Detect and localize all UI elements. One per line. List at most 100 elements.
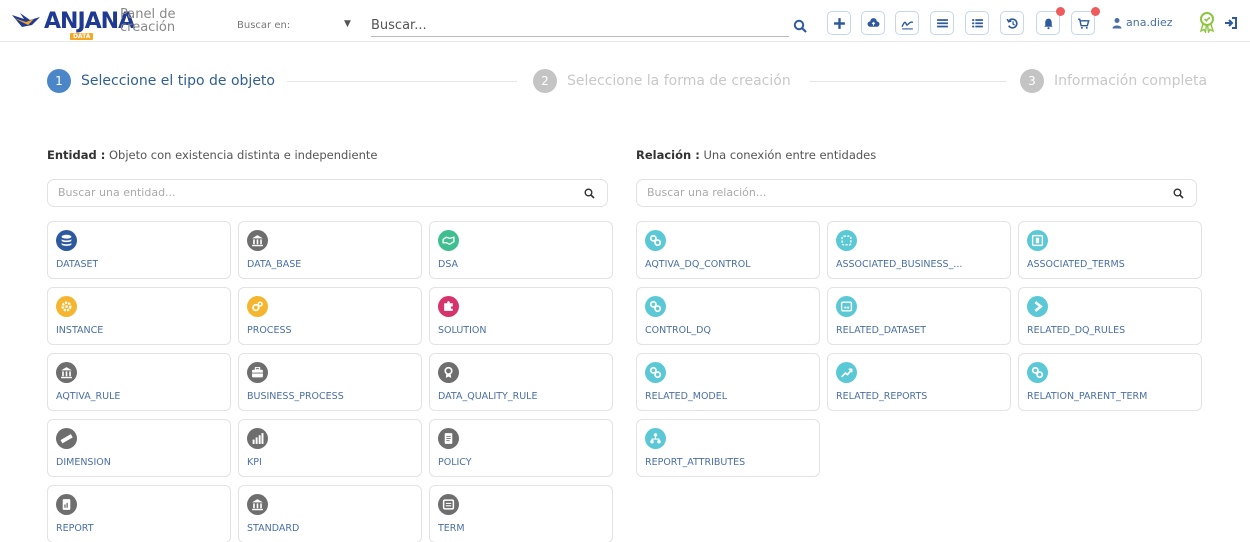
bird-icon	[12, 13, 40, 27]
step-number: 1	[47, 69, 71, 93]
link-icon	[645, 362, 666, 383]
cart-button[interactable]	[1071, 7, 1100, 35]
relation-card-related-dataset[interactable]: RELATED_DATASET	[827, 287, 1011, 345]
entity-card-report[interactable]: REPORT	[47, 485, 231, 542]
card-label: POLICY	[438, 457, 472, 468]
entity-search[interactable]	[47, 179, 608, 207]
username: ana.diez	[1126, 16, 1173, 29]
entity-card-aqtiva-rule[interactable]: AQTIVA_RULE	[47, 353, 231, 411]
card-label: AQTIVA_DQ_CONTROL	[645, 259, 751, 270]
upload-button[interactable]	[861, 11, 885, 35]
relation-search-input[interactable]	[647, 186, 1123, 199]
global-search-input[interactable]	[371, 15, 789, 37]
entity-card-standard[interactable]: STANDARD	[238, 485, 422, 542]
relation-card-associated-terms[interactable]: ASSOCIATED_TERMS	[1018, 221, 1202, 279]
entity-card-solution[interactable]: SOLUTION	[429, 287, 613, 345]
entity-card-policy[interactable]: POLICY	[429, 419, 613, 477]
step-number: 3	[1020, 69, 1044, 93]
step-label: Seleccione el tipo de objeto	[81, 73, 275, 89]
card-label: RELATION_PARENT_TERM	[1027, 391, 1148, 402]
signature-icon	[900, 20, 913, 29]
search-icon[interactable]	[793, 19, 807, 33]
checklist-button[interactable]	[965, 11, 989, 35]
entity-card-data-quality-rule[interactable]: DATA_QUALITY_RULE	[429, 353, 613, 411]
building-icon	[247, 494, 268, 515]
entity-card-dataset[interactable]: DATASET	[47, 221, 231, 279]
trend-icon	[836, 362, 857, 383]
history-button[interactable]	[1000, 11, 1024, 35]
panel-title-line2: creación	[120, 20, 176, 35]
frame-icon	[836, 230, 857, 251]
link-icon	[645, 230, 666, 251]
card-label: RELATED_MODEL	[645, 391, 728, 402]
relation-card-associated-business[interactable]: ASSOCIATED_BUSINESS_...	[827, 221, 1011, 279]
term-icon	[438, 494, 459, 515]
card-label: DSA	[438, 259, 459, 270]
card-label: TERM	[438, 523, 465, 534]
relation-card-aqtiva-dq-control[interactable]: AQTIVA_DQ_CONTROL	[636, 221, 820, 279]
relation-title: Relación :	[636, 148, 700, 162]
search-icon[interactable]	[584, 188, 595, 199]
logo-sub: DATA	[70, 32, 94, 40]
entity-card-dsa[interactable]: DSA	[429, 221, 613, 279]
list-button[interactable]	[930, 11, 954, 35]
card-label: RELATED_REPORTS	[836, 391, 928, 402]
step-label: Seleccione la forma de creación	[567, 73, 791, 89]
signature-button[interactable]	[895, 11, 919, 35]
hierarchy-icon	[645, 428, 666, 449]
entity-search-input[interactable]	[58, 186, 534, 199]
dataset-link-icon	[836, 296, 857, 317]
link-icon	[1027, 362, 1048, 383]
relation-search[interactable]	[636, 179, 1197, 207]
entity-card-instance[interactable]: INSTANCE	[47, 287, 231, 345]
report-icon	[56, 494, 77, 515]
briefcase-icon	[247, 362, 268, 383]
database-icon	[56, 230, 77, 251]
ruler-icon	[56, 428, 77, 449]
card-label: ASSOCIATED_TERMS	[1027, 259, 1125, 270]
checklist-icon	[971, 18, 983, 27]
user-icon	[1112, 17, 1122, 28]
user-menu[interactable]: ana.diez	[1111, 16, 1173, 29]
top-header: ANJANA DATA Panel de creación Buscar en: …	[0, 0, 1250, 42]
building-icon	[247, 230, 268, 251]
entity-description: Objeto con existencia distinta e indepen…	[108, 148, 378, 162]
relation-section-header: Relación : Una conexión entre entidades	[636, 148, 876, 162]
notification-badge	[1056, 7, 1065, 16]
cart-badge	[1091, 7, 1100, 16]
cloud-upload-icon	[867, 17, 879, 27]
relation-card-related-dq-rules[interactable]: RELATED_DQ_RULES	[1018, 287, 1202, 345]
entity-card-business-process[interactable]: BUSINESS_PROCESS	[238, 353, 422, 411]
card-label: SOLUTION	[438, 325, 487, 336]
relation-card-related-reports[interactable]: RELATED_REPORTS	[827, 353, 1011, 411]
search-scope-dropdown[interactable]: ▼	[344, 19, 351, 29]
step-3: 3 Información completa	[1020, 69, 1207, 93]
add-button[interactable]	[827, 11, 851, 35]
anjana-logo[interactable]: ANJANA DATA	[10, 6, 135, 40]
document-icon	[438, 428, 459, 449]
building-icon	[56, 362, 77, 383]
step-label: Información completa	[1054, 73, 1208, 89]
relation-card-control-dq[interactable]: CONTROL_DQ	[636, 287, 820, 345]
card-label: DATASET	[56, 259, 99, 270]
certificate-icon[interactable]	[1197, 11, 1217, 33]
card-label: RELATED_DQ_RULES	[1027, 325, 1126, 336]
card-label: DATA_QUALITY_RULE	[438, 391, 538, 402]
entity-card-kpi[interactable]: KPI	[238, 419, 422, 477]
card-label: DIMENSION	[56, 457, 111, 468]
search-icon[interactable]	[1173, 188, 1184, 199]
logout-icon[interactable]	[1224, 16, 1238, 30]
entity-card-dimension[interactable]: DIMENSION	[47, 419, 231, 477]
relation-card-related-model[interactable]: RELATED_MODEL	[636, 353, 820, 411]
step-1: 1 Seleccione el tipo de objeto	[47, 69, 275, 93]
entity-card-term[interactable]: TERM	[429, 485, 613, 542]
relation-card-report-attributes[interactable]: REPORT_ATTRIBUTES	[636, 419, 820, 477]
award-icon	[438, 362, 459, 383]
card-label: BUSINESS_PROCESS	[247, 391, 344, 402]
entity-card-process[interactable]: PROCESS	[238, 287, 422, 345]
card-label: REPORT	[56, 523, 94, 534]
notifications-button[interactable]	[1036, 7, 1065, 35]
entity-card-data-base[interactable]: DATA_BASE	[238, 221, 422, 279]
relation-card-relation-parent-term[interactable]: RELATION_PARENT_TERM	[1018, 353, 1202, 411]
columns-icon	[1027, 230, 1048, 251]
